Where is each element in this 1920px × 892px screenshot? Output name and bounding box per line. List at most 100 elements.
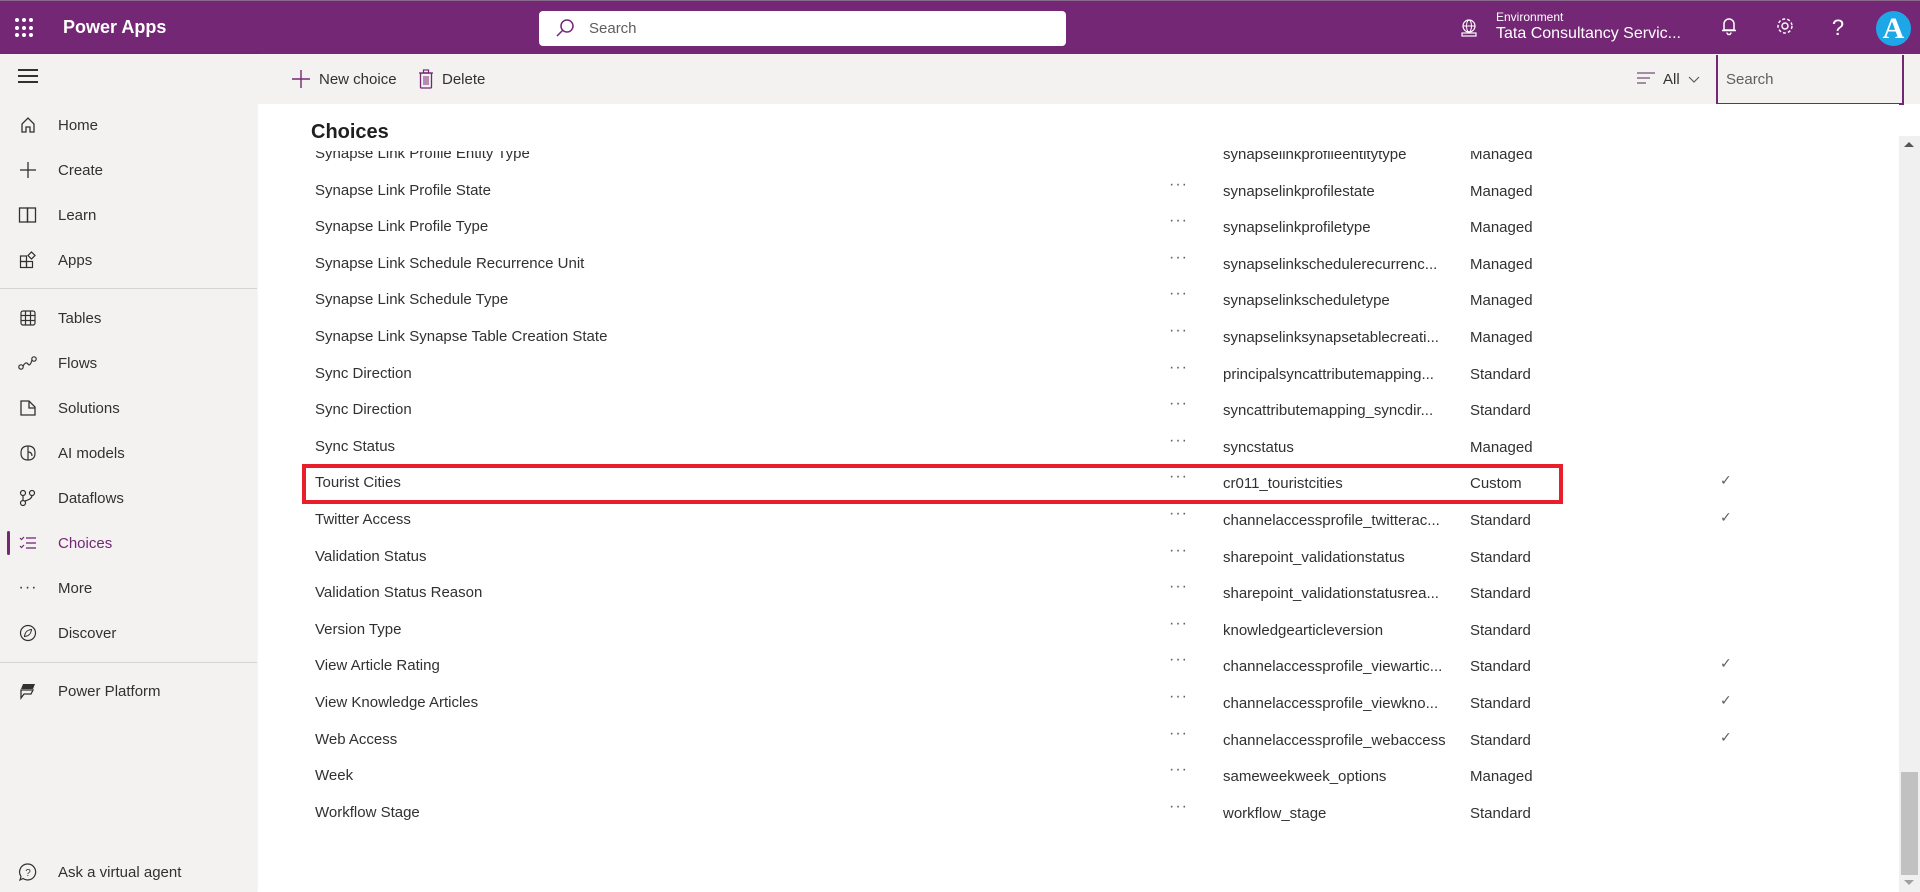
new-choice-button[interactable]: New choice [291,54,397,104]
more-actions-icon[interactable]: ··· [1169,285,1188,303]
table-row[interactable]: Synapse Link Profile State ··· synapselink… [304,174,1561,210]
more-actions-icon[interactable]: ··· [1169,432,1188,450]
table-row[interactable]: Week ··· sameweekweek_options Managed [304,759,1561,795]
table-row[interactable]: Sync Status ··· syncstatus Managed [304,430,1561,466]
sidebar-item-choices[interactable]: Choices [0,523,257,563]
choice-display-name[interactable]: Validation Status [315,548,426,565]
table-row[interactable]: Version Type ··· knowledgearticleversion St… [304,613,1561,649]
sidebar-item-ai-models[interactable]: AI models [0,433,257,473]
choice-display-name[interactable]: Tourist Cities [315,474,401,491]
table-row[interactable]: Twitter Access ··· channelaccessprofile_tw… [304,503,1732,539]
checkmark-icon: ✓ [1720,728,1732,745]
choice-display-name[interactable]: Twitter Access [315,511,411,528]
sidebar-item-label: Dataflows [58,489,124,507]
gear-icon [1775,16,1795,41]
sidebar-item-more[interactable]: ··· More [0,568,257,608]
choice-display-name[interactable]: Sync Direction [315,401,412,418]
more-actions-icon[interactable]: ··· [1169,359,1188,377]
more-actions-icon[interactable]: ··· [1169,395,1188,413]
choice-display-name[interactable]: Synapse Link Profile Type [315,218,488,235]
environment-picker[interactable]: Tata Consultancy Servic... [1496,25,1681,43]
settings-button[interactable] [1770,13,1800,43]
choice-display-name[interactable]: Version Type [315,621,401,638]
choice-type: Standard [1470,658,1531,676]
table-row-highlighted[interactable]: Tourist Cities ··· cr011_touristcities Cust… [302,464,1732,505]
table-row[interactable]: Synapse Link Schedule Type ··· synapselink… [304,283,1561,319]
help-button[interactable]: ? [1823,13,1853,43]
table-row[interactable]: Workflow Stage ··· workflow_stage Standard [304,796,1561,832]
choice-display-name[interactable]: Synapse Link Synapse Table Creation Stat… [315,328,607,345]
choice-display-name[interactable]: Workflow Stage [315,804,420,821]
table-row[interactable]: Sync Direction ··· syncattributemapping_sy… [304,393,1561,429]
more-actions-icon[interactable]: ··· [1169,249,1188,267]
list-search-input[interactable] [1718,55,1902,103]
global-search-input[interactable] [589,11,1049,46]
environment-icon[interactable] [1459,19,1479,42]
more-icon: ··· [18,579,38,596]
more-actions-icon[interactable]: ··· [1169,798,1188,816]
more-actions-icon[interactable]: ··· [1169,688,1188,706]
list-search[interactable] [1716,55,1904,105]
scroll-up-arrow-icon[interactable] [1904,142,1914,147]
hamburger-menu-icon[interactable] [18,69,38,83]
top-bar: Power Apps Environment Tata Consultancy … [0,0,1920,54]
delete-button[interactable]: Delete [418,54,485,104]
global-search[interactable] [539,11,1066,46]
sidebar-item-flows[interactable]: Flows [0,343,257,383]
view-filter-dropdown[interactable]: All [1637,54,1700,104]
solutions-icon [17,397,39,419]
choice-display-name[interactable]: Synapse Link Profile State [315,182,491,199]
sidebar-item-solutions[interactable]: Solutions [0,388,257,428]
more-actions-icon[interactable]: ··· [1169,651,1188,669]
scrollbar-thumb[interactable] [1901,772,1918,875]
choice-display-name[interactable]: Validation Status Reason [315,584,482,601]
more-actions-icon[interactable]: ··· [1169,505,1188,523]
avatar[interactable]: A [1876,11,1911,46]
more-actions-icon[interactable]: ··· [1169,176,1188,194]
apps-icon [17,249,39,271]
choice-display-name[interactable]: Web Access [315,731,397,748]
table-row[interactable]: Sync Direction ··· principalsyncattributem… [304,357,1561,393]
sidebar-item-power-platform[interactable]: Power Platform [0,671,257,711]
sidebar-item-home[interactable]: Home [0,105,257,145]
sidebar-item-dataflows[interactable]: Dataflows [0,478,257,518]
sidebar-item-apps[interactable]: Apps [0,240,257,280]
choice-display-name[interactable]: Sync Direction [315,365,412,382]
more-actions-icon[interactable]: ··· [1169,578,1188,596]
choice-display-name[interactable]: View Article Rating [315,657,440,674]
table-row[interactable]: View Knowledge Articles ··· channelaccessp… [304,686,1732,722]
scroll-down-arrow-icon[interactable] [1904,880,1914,885]
sidebar-item-learn[interactable]: Learn [0,195,257,235]
more-actions-icon[interactable]: ··· [1169,542,1188,560]
sidebar-item-tables[interactable]: Tables [0,298,257,338]
choice-display-name[interactable]: View Knowledge Articles [315,694,478,711]
more-actions-icon[interactable]: ··· [1169,761,1188,779]
table-row[interactable]: Synapse Link Synapse Table Creation Stat… [304,320,1561,356]
table-row[interactable]: Synapse Link Profile Type ··· synapselinkp… [304,210,1561,246]
sidebar-item-ask-virtual-agent[interactable]: ? Ask a virtual agent [0,852,257,892]
brain-icon [17,442,39,464]
sidebar-item-discover[interactable]: Discover [0,613,257,653]
vertical-scrollbar[interactable] [1899,136,1920,892]
notifications-button[interactable] [1714,13,1744,43]
sidebar-item-create[interactable]: Create [0,150,257,190]
choice-display-name[interactable]: Sync Status [315,438,395,455]
table-row[interactable]: Validation Status ··· sharepoint_validatio… [304,540,1561,576]
choice-type: Standard [1470,365,1531,383]
table-row[interactable]: Synapse Link Schedule Recurrence Unit ···… [304,247,1561,283]
active-indicator [7,531,10,555]
more-actions-icon[interactable]: ··· [1169,468,1188,486]
more-actions-icon[interactable]: ··· [1169,725,1188,743]
table-row[interactable]: View Article Rating ··· channelaccessprofi… [304,649,1732,685]
choice-display-name[interactable]: Synapse Link Schedule Type [315,291,508,308]
table-row[interactable]: Web Access ··· channelaccessprofile_webacc… [304,723,1732,759]
more-actions-icon[interactable]: ··· [1169,212,1188,230]
more-actions-icon[interactable]: ··· [1169,322,1188,340]
choice-display-name[interactable]: Synapse Link Schedule Recurrence Unit [315,255,584,272]
sidebar-item-label: AI models [58,444,125,462]
more-actions-icon[interactable]: ··· [1169,615,1188,633]
choice-display-name[interactable]: Week [315,767,353,784]
app-title[interactable]: Power Apps [63,17,166,38]
app-launcher-icon[interactable] [15,18,35,38]
table-row[interactable]: Validation Status Reason ··· sharepoint_va… [304,576,1561,612]
